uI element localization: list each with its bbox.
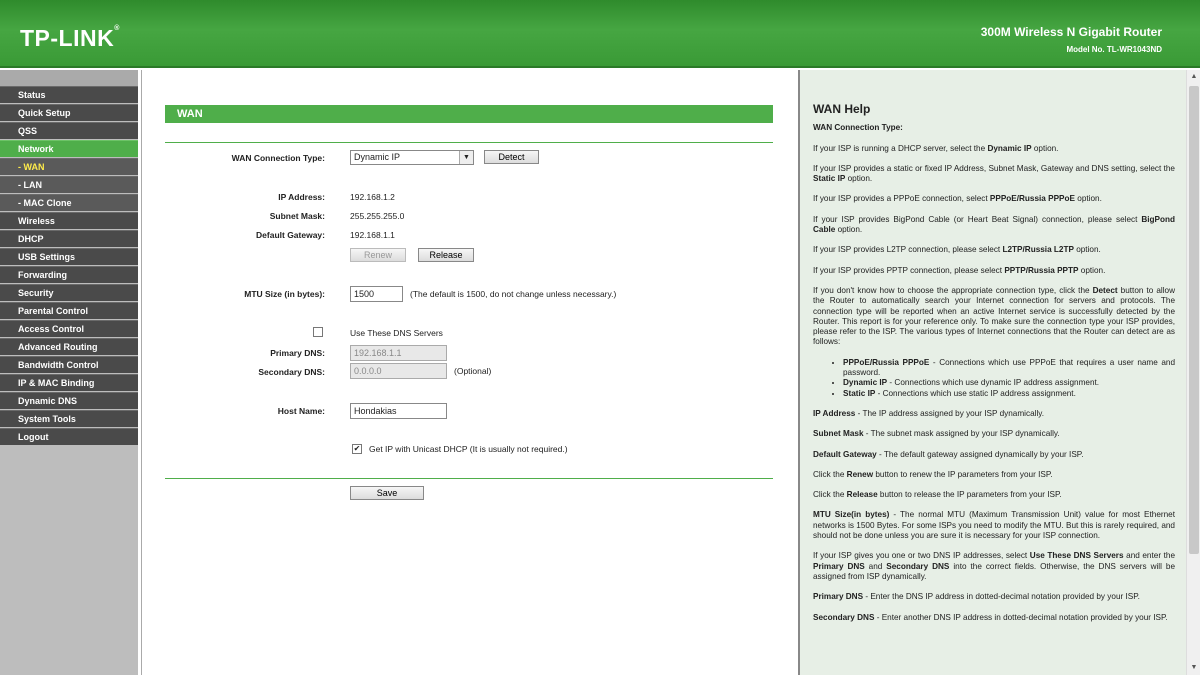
- help-paragraph: Click the Release button to release the …: [813, 490, 1062, 500]
- sidebar-item-wan[interactable]: - WAN: [0, 158, 138, 175]
- sidebar-item-logout[interactable]: Logout: [0, 428, 138, 445]
- scroll-up-icon[interactable]: ▲: [1187, 70, 1200, 84]
- sidebar-item-status[interactable]: Status: [0, 86, 138, 103]
- gateway-value: 192.168.1.1: [350, 230, 395, 240]
- list-item: Static IP - Connections which use static…: [843, 389, 1175, 399]
- help-paragraph: MTU Size(in bytes) - The normal MTU (Max…: [813, 510, 1175, 541]
- help-paragraph: Secondary DNS - Enter another DNS IP add…: [813, 612, 1168, 622]
- help-paragraph: Primary DNS - Enter the DNS IP address i…: [813, 592, 1140, 602]
- list-item: Dynamic IP - Connections which use dynam…: [843, 378, 1175, 388]
- sidebar-item-parental-control[interactable]: Parental Control: [0, 302, 138, 319]
- sidebar-item-usb-settings[interactable]: USB Settings: [0, 248, 138, 265]
- release-button[interactable]: Release: [418, 248, 474, 262]
- help-paragraph: IP Address - The IP address assigned by …: [813, 408, 1045, 418]
- help-paragraph: If your ISP is running a DHCP server, se…: [813, 143, 1059, 153]
- help-paragraph: If your ISP provides L2TP connection, pl…: [813, 245, 1101, 255]
- ip-address-value: 192.168.1.2: [350, 192, 395, 202]
- sidebar-item-lan[interactable]: - LAN: [0, 176, 138, 193]
- sidebar-item-quick-setup[interactable]: Quick Setup: [0, 104, 138, 121]
- scroll-down-icon[interactable]: ▼: [1187, 661, 1200, 675]
- help-panel: WAN Help WAN Connection Type: If your IS…: [798, 70, 1186, 675]
- help-title: WAN Help: [813, 102, 871, 116]
- help-paragraph: Click the Renew button to renew the IP p…: [813, 469, 1053, 479]
- host-name-label: Host Name:: [277, 406, 325, 416]
- subnet-mask-value: 255.255.255.0: [350, 211, 405, 221]
- renew-button[interactable]: Renew: [350, 248, 406, 262]
- list-item: PPPoE/Russia PPPoE - Connections which u…: [843, 358, 1175, 379]
- use-dns-checkbox[interactable]: [313, 327, 323, 337]
- sidebar: Status Quick Setup QSS Network - WAN - L…: [0, 70, 138, 675]
- mtu-input[interactable]: 1500: [350, 286, 403, 302]
- gateway-label: Default Gateway:: [256, 230, 325, 240]
- save-button[interactable]: Save: [350, 486, 424, 500]
- sidebar-item-qss[interactable]: QSS: [0, 122, 138, 139]
- mtu-label: MTU Size (in bytes):: [244, 289, 325, 299]
- help-list: PPPoE/Russia PPPoE - Connections which u…: [843, 358, 1175, 399]
- product-name: 300M Wireless N Gigabit Router: [980, 25, 1162, 39]
- mtu-note: (The default is 1500, do not change unle…: [410, 289, 617, 299]
- help-paragraph: If your ISP provides BigPond Cable (or H…: [813, 214, 1175, 235]
- sidebar-item-network[interactable]: Network: [0, 140, 138, 157]
- sidebar-item-bandwidth-control[interactable]: Bandwidth Control: [0, 356, 138, 373]
- subnet-mask-label: Subnet Mask:: [269, 211, 325, 221]
- primary-dns-label: Primary DNS:: [270, 348, 325, 358]
- section-title: WAN: [165, 105, 773, 123]
- divider: [165, 478, 773, 479]
- host-name-input[interactable]: Hondakias: [350, 403, 447, 419]
- conn-type-label: WAN Connection Type:: [231, 153, 325, 163]
- use-dns-label: Use These DNS Servers: [350, 328, 443, 338]
- sidebar-item-access-control[interactable]: Access Control: [0, 320, 138, 337]
- help-paragraph: If your ISP gives you one or two DNS IP …: [813, 551, 1176, 581]
- unicast-dhcp-label: Get IP with Unicast DHCP (It is usually …: [369, 444, 568, 454]
- sidebar-item-system-tools[interactable]: System Tools: [0, 410, 138, 427]
- sidebar-item-dhcp[interactable]: DHCP: [0, 230, 138, 247]
- divider: [165, 142, 773, 143]
- sidebar-item-forwarding[interactable]: Forwarding: [0, 266, 138, 283]
- conn-type-select[interactable]: Dynamic IP ▼: [350, 150, 474, 165]
- sidebar-item-dynamic-dns[interactable]: Dynamic DNS: [0, 392, 138, 409]
- main-content: WAN WAN Connection Type: Dynamic IP ▼ De…: [141, 70, 797, 675]
- unicast-dhcp-checkbox[interactable]: ✔: [352, 444, 362, 454]
- help-scrollbar[interactable]: ▲ ▼: [1186, 70, 1200, 675]
- sidebar-item-advanced-routing[interactable]: Advanced Routing: [0, 338, 138, 355]
- secondary-dns-label: Secondary DNS:: [258, 367, 325, 377]
- sidebar-item-security[interactable]: Security: [0, 284, 138, 301]
- header-banner: TP-LINK® 300M Wireless N Gigabit Router …: [0, 0, 1200, 68]
- detect-button[interactable]: Detect: [484, 150, 539, 164]
- help-paragraph: If your ISP provides a PPPoE connection,…: [813, 194, 1102, 204]
- sidebar-item-ip-mac-binding[interactable]: IP & MAC Binding: [0, 374, 138, 391]
- secondary-dns-input[interactable]: 0.0.0.0: [350, 363, 447, 379]
- sidebar-item-wireless[interactable]: Wireless: [0, 212, 138, 229]
- help-paragraph: Default Gateway - The default gateway as…: [813, 449, 1084, 459]
- sidebar-item-mac-clone[interactable]: - MAC Clone: [0, 194, 138, 211]
- ip-address-label: IP Address:: [278, 192, 325, 202]
- help-paragraph: Subnet Mask - The subnet mask assigned b…: [813, 429, 1060, 439]
- primary-dns-input[interactable]: 192.168.1.1: [350, 345, 447, 361]
- help-heading: WAN Connection Type:: [813, 123, 903, 133]
- help-paragraph: If you don't know how to choose the appr…: [813, 285, 1175, 347]
- help-paragraph: If your ISP provides PPTP connection, pl…: [813, 265, 1106, 275]
- optional-note: (Optional): [454, 366, 492, 376]
- tp-link-logo: TP-LINK®: [20, 25, 120, 51]
- help-paragraph: If your ISP provides a static or fixed I…: [813, 163, 1175, 184]
- model-number: Model No. TL-WR1043ND: [1066, 45, 1162, 54]
- chevron-down-icon: ▼: [459, 151, 473, 164]
- scrollbar-thumb[interactable]: [1189, 86, 1199, 554]
